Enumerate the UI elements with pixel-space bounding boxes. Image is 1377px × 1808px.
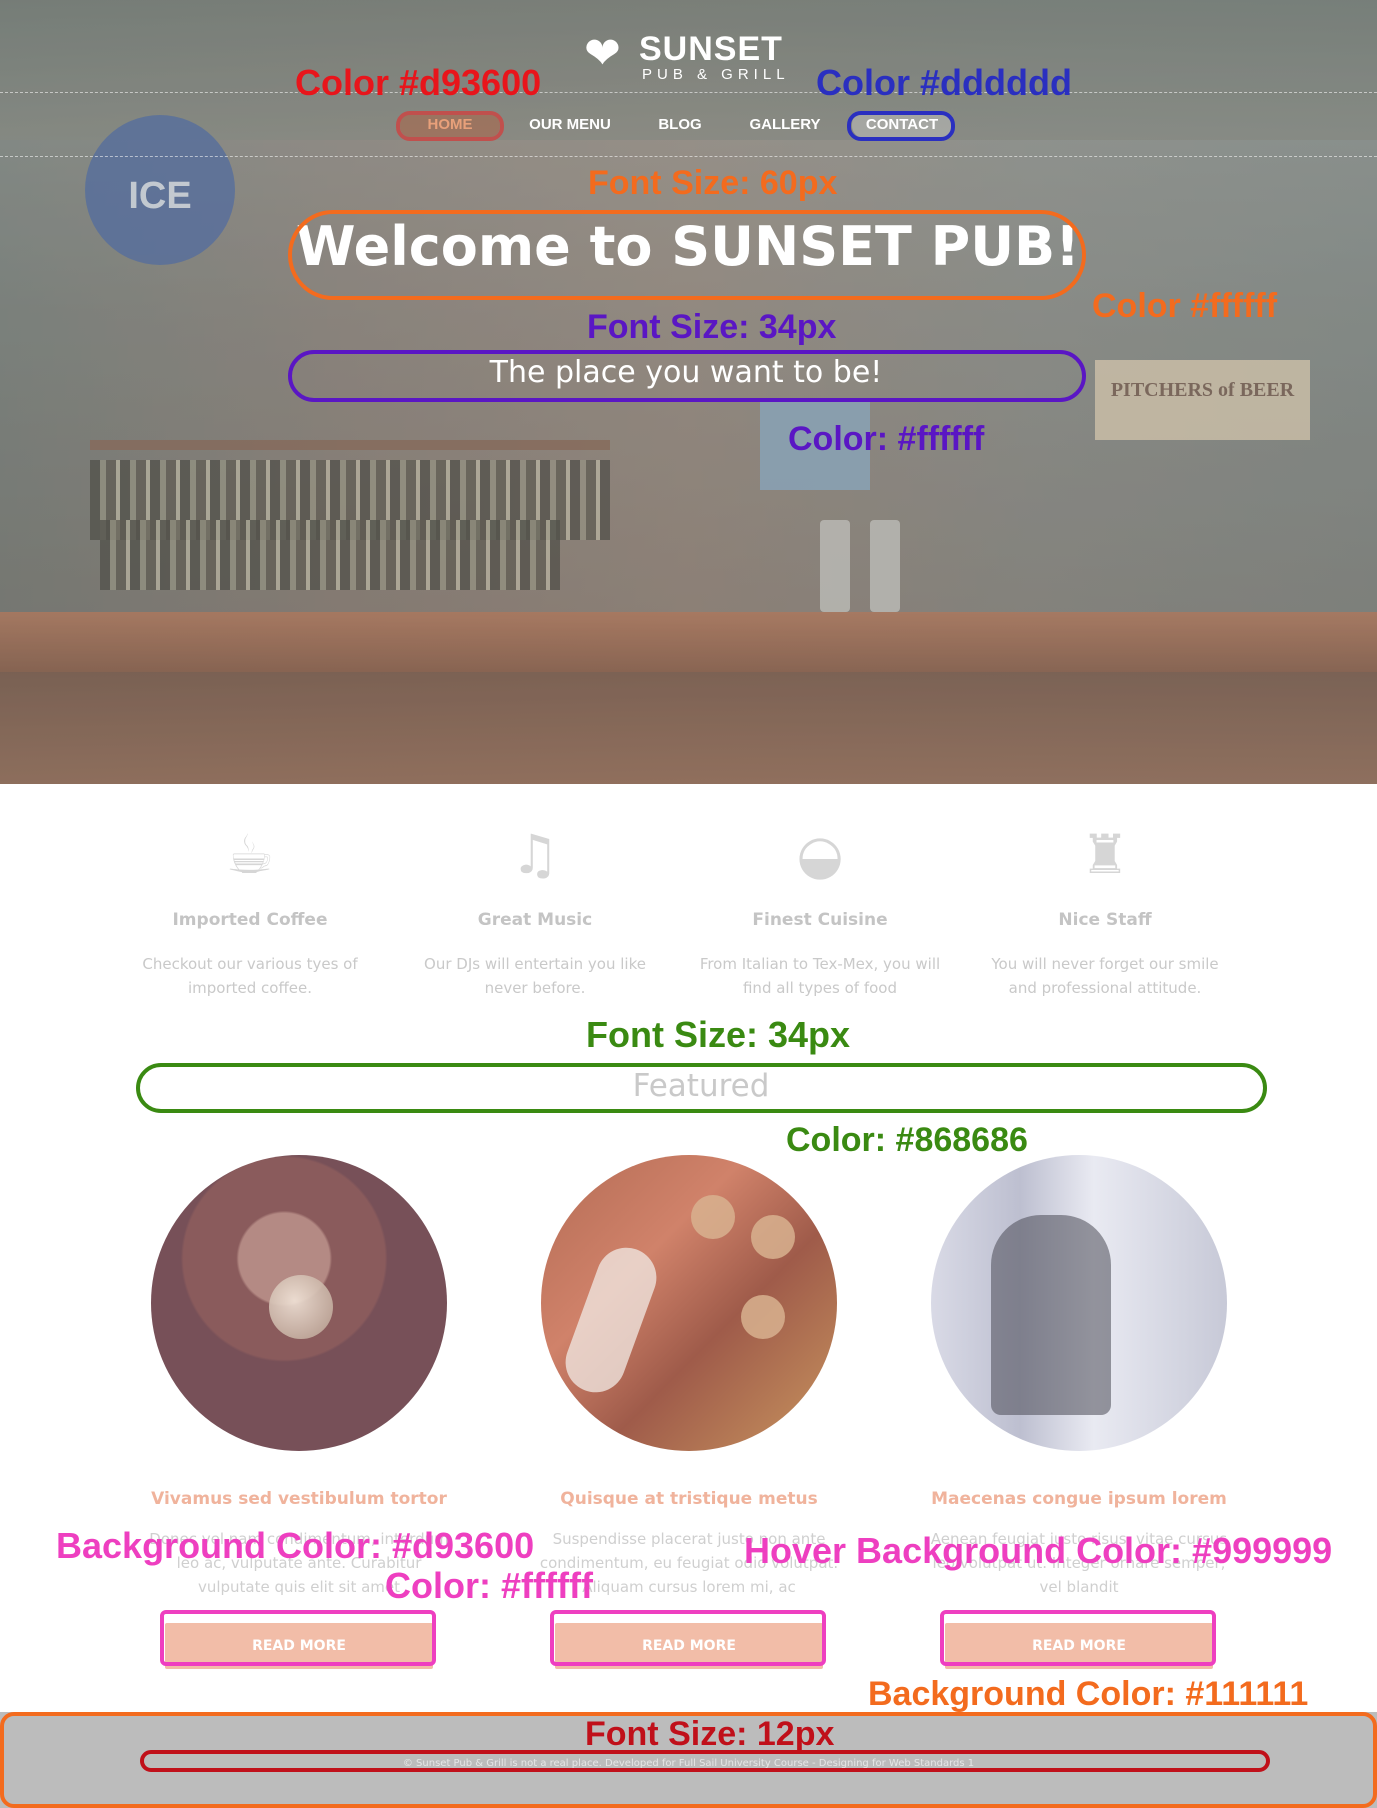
feature-desc: Checkout our various tyes of imported co… [142, 955, 358, 997]
annotation-box-button [160, 1610, 436, 1666]
nav-divider [0, 156, 1377, 157]
annotation-title-font-size: Font Size: 60px [588, 164, 838, 202]
nav-our-menu[interactable]: OUR MENU [520, 112, 620, 138]
card-image[interactable] [541, 1155, 837, 1451]
nav-gallery[interactable]: GALLERY [740, 112, 830, 138]
annotation-nav-active-color: Color #d93600 [295, 62, 542, 103]
annotation-box-featured [136, 1063, 1267, 1113]
annotation-button-color: Color: #ffffff [385, 1565, 593, 1606]
card-image[interactable] [931, 1155, 1227, 1451]
logo-brand: SUNSET [639, 30, 783, 68]
feature-title: Nice Staff [1058, 910, 1152, 930]
annotation-box-home [396, 111, 504, 141]
nav-blog[interactable]: BLOG [645, 112, 715, 138]
feature-item: ☕ Imported Coffee Checkout our various t… [120, 820, 380, 1000]
card-image[interactable] [151, 1155, 447, 1451]
feature-item: ♜ Nice Staff You will never forget our s… [975, 820, 1235, 1000]
annotation-box-contact [847, 111, 955, 141]
annotation-box-subtitle [288, 350, 1086, 402]
site-logo[interactable]: ❤ SUNSET PUB & GRILL [584, 30, 794, 86]
waiter-icon: ♜ [1080, 823, 1130, 886]
guitar [557, 1239, 665, 1401]
logo-subtitle: PUB & GRILL [642, 66, 790, 83]
feature-item: ◒ Finest Cuisine From Italian to Tex-Mex… [690, 820, 950, 1000]
card-title[interactable]: Maecenas congue ipsum lorem [929, 1489, 1229, 1509]
card-title[interactable]: Vivamus sed vestibulum tortor [149, 1489, 449, 1509]
feature-item: ♫ Great Music Our DJs will entertain you… [405, 820, 665, 1000]
feature-desc: Our DJs will entertain you like never be… [424, 955, 646, 997]
nav-divider [0, 92, 1377, 93]
feature-title: Imported Coffee [172, 910, 328, 930]
annotation-button-bg: Background Color: #d93600 [56, 1525, 535, 1566]
music-note-icon: ♫ [510, 823, 560, 886]
annotation-featured-font-size: Font Size: 34px [586, 1014, 851, 1055]
annotation-subtitle-color: Color: #ffffff [788, 420, 985, 458]
bartender [991, 1215, 1111, 1415]
wall-badge [741, 1295, 785, 1339]
annotation-subtitle-font-size: Font Size: 34px [587, 308, 837, 346]
wall-badge [751, 1215, 795, 1259]
card-title[interactable]: Quisque at tristique metus [539, 1489, 839, 1509]
coffee-cup-icon: ☕ [225, 823, 275, 886]
feature-desc: You will never forget our smile and prof… [991, 955, 1219, 997]
annotation-button-hover-bg: Hover Background Color: #999999 [744, 1530, 1333, 1571]
annotation-box-title [288, 210, 1086, 300]
annotation-box-button [550, 1610, 826, 1666]
feature-desc: From Italian to Tex-Mex, you will find a… [699, 955, 941, 997]
annotation-footer-bg: Background Color: #111111 [868, 1675, 1309, 1713]
feature-title: Finest Cuisine [752, 910, 888, 930]
annotation-nav-hover-color: Color #dddddd [816, 62, 1072, 103]
annotation-box-footer-text [140, 1750, 1270, 1772]
featured-card: Maecenas congue ipsum lorem Aenean feugi… [929, 1155, 1229, 1669]
annotation-box-button [940, 1610, 1216, 1666]
disco-ball [269, 1275, 333, 1339]
wall-badge [691, 1195, 735, 1239]
heart-fork-icon: ❤ [584, 28, 621, 79]
annotation-footer-font-size: Font Size: 12px [585, 1715, 835, 1753]
food-bowl-icon: ◒ [796, 823, 844, 886]
annotation-title-color: Color #ffffff [1092, 287, 1278, 325]
feature-title: Great Music [477, 910, 593, 930]
main-nav: HOME OUR MENU BLOG GALLERY CONTACT [0, 112, 1377, 140]
